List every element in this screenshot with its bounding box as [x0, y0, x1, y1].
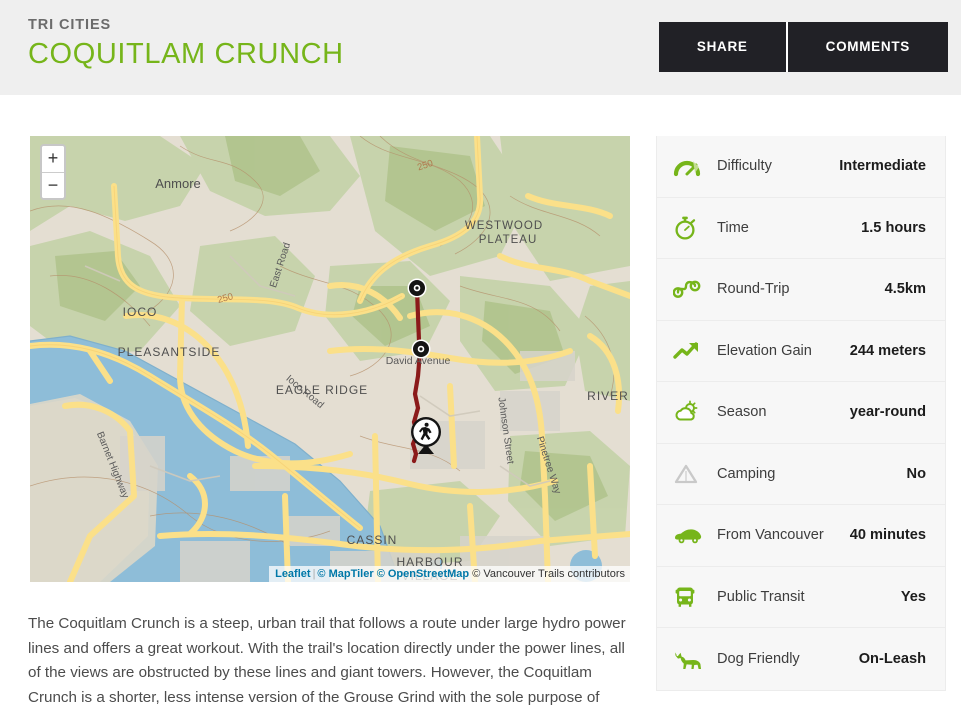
- maptiler-link[interactable]: © MapTiler: [317, 568, 373, 580]
- info-label: Elevation Gain: [717, 342, 812, 359]
- info-label: Round-Trip: [717, 281, 790, 298]
- dog-icon: [673, 648, 717, 670]
- header-titles: TRI CITIES COQUITLAM CRUNCH: [28, 15, 344, 71]
- attribution-contributors: © Vancouver Trails contributors: [472, 568, 625, 580]
- info-value: 244 meters: [849, 342, 926, 359]
- svg-text:WESTWOOD: WESTWOOD: [465, 220, 543, 232]
- zoom-out-button[interactable]: −: [42, 172, 64, 198]
- trending-up-icon: [673, 341, 717, 361]
- trail-map[interactable]: Anmore WESTWOOD PLATEAU IOCO PLEASANTSID…: [30, 136, 630, 582]
- svg-text:IOCO: IOCO: [123, 305, 158, 319]
- info-value: On-Leash: [858, 650, 926, 667]
- bus-icon: [673, 585, 717, 609]
- svg-text:PLEASANTSIDE: PLEASANTSIDE: [118, 345, 221, 359]
- car-icon: [673, 526, 717, 544]
- info-row-public-transit: Public Transit Yes: [657, 567, 945, 628]
- stopwatch-icon: [673, 215, 717, 241]
- tent-icon: [673, 463, 717, 485]
- info-label: Time: [717, 219, 749, 236]
- svg-text:Anmore: Anmore: [155, 176, 201, 191]
- info-row-time: Time 1.5 hours: [657, 198, 945, 259]
- info-label: Season: [717, 404, 767, 421]
- gauge-icon: [673, 155, 717, 177]
- region-eyebrow: TRI CITIES: [28, 17, 112, 33]
- route-icon: [673, 278, 717, 300]
- map-attribution: Leaflet | © MapTiler © OpenStreetMap © Van…: [269, 566, 630, 582]
- info-value: 40 minutes: [849, 527, 926, 544]
- info-label: Dog Friendly: [717, 650, 800, 667]
- trail-info-panel: Difficulty Intermediate Time 1.5 hours R…: [656, 136, 946, 691]
- info-row-difficulty: Difficulty Intermediate: [657, 136, 945, 198]
- page-title: COQUITLAM CRUNCH: [28, 38, 344, 70]
- comments-button[interactable]: COMMENTS: [785, 22, 948, 72]
- trail-waypoint-marker: [411, 339, 431, 359]
- info-label: Public Transit: [717, 588, 805, 605]
- info-value: Intermediate: [839, 158, 926, 175]
- trail-description: The Coquitlam Crunch is a steep, urban t…: [28, 615, 626, 706]
- trail-waypoint-marker: [407, 278, 427, 298]
- openstreetmap-link[interactable]: © OpenStreetMap: [377, 568, 469, 580]
- info-label: Difficulty: [717, 158, 772, 175]
- info-value: year-round: [849, 404, 926, 421]
- info-value: Yes: [900, 588, 926, 605]
- info-row-dog-friendly: Dog Friendly On-Leash: [657, 628, 945, 690]
- info-label: From Vancouver: [717, 527, 824, 544]
- map-zoom-controls[interactable]: + −: [40, 144, 66, 200]
- svg-text:RIVER: RIVER: [587, 389, 629, 403]
- leaflet-link[interactable]: Leaflet: [275, 568, 310, 580]
- info-value: 1.5 hours: [861, 219, 926, 236]
- info-row-season: Season year-round: [657, 382, 945, 444]
- info-value: No: [906, 465, 926, 482]
- share-button[interactable]: SHARE: [658, 22, 786, 72]
- main-content: Anmore WESTWOOD PLATEAU IOCO PLEASANTSID…: [0, 95, 961, 708]
- info-label: Camping: [717, 465, 776, 482]
- zoom-in-button[interactable]: +: [42, 146, 64, 172]
- info-row-from-vancouver: From Vancouver 40 minutes: [657, 505, 945, 567]
- info-value: 4.5km: [884, 281, 926, 298]
- info-row-round-trip: Round-Trip 4.5km: [657, 259, 945, 321]
- map-canvas[interactable]: Anmore WESTWOOD PLATEAU IOCO PLEASANTSID…: [30, 136, 630, 582]
- page-header: TRI CITIES COQUITLAM CRUNCH SHARE COMMEN…: [0, 0, 961, 95]
- svg-text:CASSIN: CASSIN: [347, 533, 398, 547]
- sun-cloud-icon: [673, 400, 717, 424]
- svg-text:PLATEAU: PLATEAU: [479, 234, 538, 246]
- info-row-elevation-gain: Elevation Gain 244 meters: [657, 321, 945, 382]
- info-row-camping: Camping No: [657, 444, 945, 505]
- header-actions: SHARE COMMENTS: [658, 22, 948, 72]
